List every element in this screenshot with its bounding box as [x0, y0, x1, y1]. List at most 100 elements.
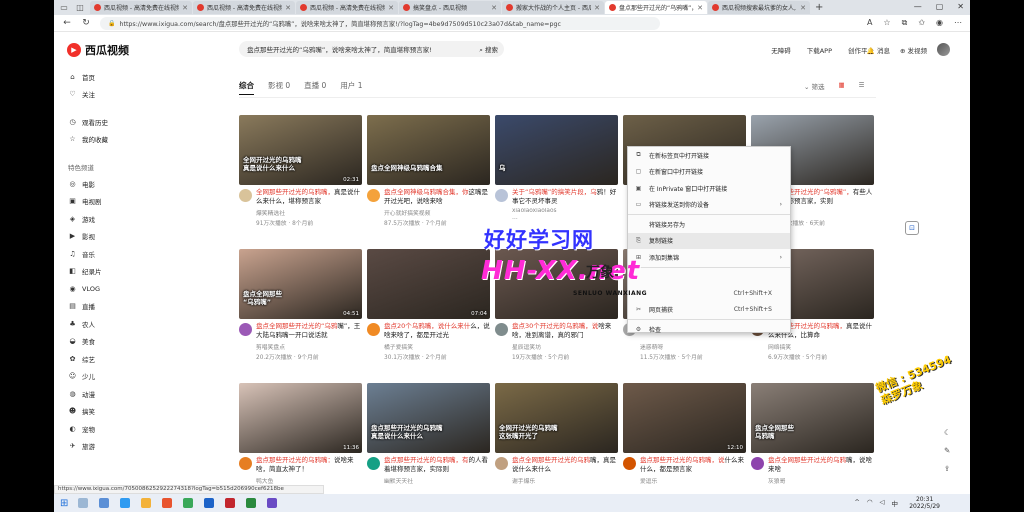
sidebar-item[interactable]: ✈ 旅游	[54, 438, 124, 456]
video-title[interactable]: 全网那些开过光的乌鸦嘴，真是说什么来什么，堪称预言家	[256, 188, 362, 206]
tab-close-icon[interactable]: ✕	[388, 4, 394, 12]
dark-mode-icon[interactable]: ☾	[944, 428, 951, 437]
author-avatar[interactable]	[495, 189, 508, 202]
sidebar-item[interactable]: ◒ 美食	[54, 333, 124, 351]
sidebar-item[interactable]: ◉ VLOG	[54, 280, 124, 298]
refresh-icon[interactable]: ↻	[81, 18, 91, 28]
video-card[interactable]: 12:10 盘点那些开过光的乌鸦嘴，说什么来什么，都是预言家爱逗乐	[623, 383, 746, 486]
tab-close-icon[interactable]: ✕	[697, 4, 703, 12]
video-title[interactable]: 盘点那些开过光的乌鸦嘴，说什么来什么，都是预言家	[640, 456, 746, 474]
video-card[interactable]: 全网开过光的乌鸦嘴 这张嘴开光了 盘点全网那些开过光的乌鸦嘴，真是说什么来什么 谢手…	[495, 383, 618, 486]
sidebar-item[interactable]: ▤ 直播	[54, 298, 124, 316]
video-card[interactable]: 乌关于“乌鸦嘴”的搞笑片段，乌鸦！好事它不灵坏事灵 xiaolaoxiaolaos…	[495, 115, 618, 221]
app-taskbar-icon-5[interactable]	[246, 498, 257, 508]
video-thumbnail[interactable]: 全网开过光的乌鸦嘴 这张嘴开光了	[495, 383, 618, 453]
header-link-accessibility[interactable]: 无障碍	[771, 45, 791, 55]
app-taskbar-icon-2[interactable]	[183, 498, 194, 508]
sidebar-item[interactable]: ✿ 综艺	[54, 350, 124, 368]
video-thumbnail[interactable]: 盘点全网神级乌鸦嘴合集	[367, 115, 490, 185]
video-title[interactable]: 盘点那些开过光的乌鸦嘴，有的人看着堪称预言家，实际则	[384, 456, 490, 474]
tray-chevron-icon[interactable]: ^	[854, 498, 859, 508]
author-avatar[interactable]	[495, 457, 508, 470]
publish-button[interactable]: ⊕ 发视频	[900, 45, 927, 55]
search-input[interactable]: 盘点那些开过光的“乌鸦嘴”，说啥来啥太神了，简直堪称预言家! ⌕ 搜索	[239, 41, 504, 57]
author-avatar[interactable]	[623, 457, 636, 470]
back-to-top-icon[interactable]: ⇪	[944, 464, 951, 473]
video-title[interactable]: 盘点20个乌鸦嘴，说什么来什么，说啥来啥了，都是开过光	[384, 322, 490, 340]
site-logo[interactable]: ▶ 西瓜视频	[67, 42, 129, 58]
edge-taskbar-icon[interactable]	[120, 498, 131, 508]
context-menu-item[interactable]: 将链接另存为	[628, 216, 790, 233]
profile-icon[interactable]: ◉	[936, 18, 943, 28]
author-avatar[interactable]	[239, 189, 252, 202]
video-title[interactable]: 盘点30个开过光的乌鸦嘴，说啥来啥，准到离谱，真的邪门	[512, 322, 618, 340]
favorite-icon[interactable]: ☆	[883, 18, 890, 28]
browser-tab[interactable]: 搬家大作战的个人主页 - 西瓜视✕	[502, 1, 604, 14]
volume-icon[interactable]: ◁	[880, 498, 885, 508]
video-title[interactable]: 盘点那些开过光的乌鸦嘴：说啥来啥，简直太神了！	[256, 456, 362, 474]
tab-close-icon[interactable]: ✕	[285, 4, 291, 12]
video-author[interactable]: 迷惑萌呀	[640, 342, 746, 351]
author-avatar[interactable]	[239, 323, 252, 336]
explorer-taskbar-icon[interactable]	[141, 498, 152, 508]
read-aloud-icon[interactable]: A	[867, 18, 872, 28]
video-author[interactable]: 幽默天天社	[384, 476, 490, 485]
video-title[interactable]: 盘点全网那些开过光的乌鸦嘴，说啥来啥	[768, 456, 874, 474]
url-field[interactable]: 🔒 https://www.ixigua.com/search/盘点那些开过光的…	[100, 16, 660, 30]
search-taskbar-icon[interactable]	[78, 498, 89, 508]
grid-view-icon[interactable]: ▦	[839, 81, 845, 91]
video-author[interactable]: xiaolaoxiaolaos	[512, 208, 618, 214]
back-icon[interactable]: ←	[62, 18, 72, 28]
filter-tab[interactable]: 影视 0	[268, 80, 290, 95]
context-menu-item[interactable]: ▣ 在 InPrivate 窗口中打开链接	[628, 180, 790, 197]
video-title[interactable]: 关于“乌鸦嘴”的搞笑片段，乌鸦！好事它不灵坏事灵	[512, 188, 618, 206]
user-avatar[interactable]	[937, 43, 950, 56]
video-card[interactable]: 盘点那些开过光的乌鸦嘴 真是说什么来什么 盘点那些开过光的乌鸦嘴，有的人看着堪称预…	[367, 383, 490, 486]
video-card[interactable]: 盘点全网那些 乌鸦嘴 盘点全网那些开过光的乌鸦嘴，说啥来啥 灰狼哥	[751, 383, 874, 486]
browser-tab[interactable]: 西瓜视频 - 高清免费在线视频 - ✕	[90, 1, 192, 14]
app-taskbar-icon-4[interactable]	[225, 498, 236, 508]
window-menu-icon[interactable]: ▭	[58, 3, 70, 13]
sidebar-item[interactable]: ☻ 搞笑	[54, 403, 124, 421]
video-title[interactable]: 盘点全网那些开过光的“乌鸦嘴”，王大陆乌鸦嘴一开口说话就	[256, 322, 362, 340]
task-view-icon[interactable]	[99, 498, 110, 508]
maximize-icon[interactable]: ▢	[936, 2, 944, 11]
sidebar-item[interactable]: ☆ 我的收藏	[54, 131, 124, 149]
browser-tab[interactable]: 搞笑盘点 - 西瓜视频 ✕	[399, 1, 501, 14]
sidebar-item[interactable]: ◈ 游戏	[54, 210, 124, 228]
context-menu-item[interactable]: ⊞ 添加到集锦 ›	[628, 249, 790, 266]
video-thumbnail[interactable]: 全网开过光的乌鸦嘴 真是说什么来什么 02:31	[239, 115, 362, 185]
video-author[interactable]: 星辰逗笑坊	[512, 342, 618, 351]
header-link-download[interactable]: 下载APP	[807, 45, 832, 55]
app-taskbar-icon-6[interactable]	[267, 498, 278, 508]
new-tab-icon[interactable]: +	[815, 2, 823, 13]
video-card[interactable]: 盘点全网神级乌鸦嘴合集 盘点全网神级乌鸦嘴合集，你这嘴是开过光吧，说啥来啥 开心就好…	[367, 115, 490, 227]
tab-close-icon[interactable]: ✕	[182, 4, 188, 12]
list-view-icon[interactable]: ☰	[859, 81, 865, 91]
app-taskbar-icon-3[interactable]	[204, 498, 215, 508]
sidebar-item[interactable]: ◎ 电影	[54, 175, 124, 193]
video-thumbnail[interactable]: 07:04	[367, 249, 490, 319]
browser-tab[interactable]: 西瓜视频 - 高清免费在线视频 - ✕	[296, 1, 398, 14]
video-author[interactable]: 剪唱笑盘点	[256, 342, 362, 351]
context-menu-item[interactable]: ▭ 将链接发送到你的设备 ›	[628, 197, 790, 214]
video-author[interactable]: 橘子爱搞笑	[384, 342, 490, 351]
sidebar-item[interactable]: ▶ 影视	[54, 228, 124, 246]
sidebar-item[interactable]: ⌂ 首页	[54, 68, 124, 86]
browser-tab[interactable]: 西瓜视频 - 高清免费在线视频 - ✕	[193, 1, 295, 14]
sidebar-item[interactable]: ♡ 关注	[54, 86, 124, 104]
context-menu-item[interactable]: ⚙ 检查	[628, 321, 790, 338]
sidebar-item[interactable]: ◐ 宠物	[54, 420, 124, 438]
sidebar-item[interactable]: ◍ 动漫	[54, 385, 124, 403]
tab-close-icon[interactable]: ✕	[491, 4, 497, 12]
sidebar-item[interactable]: ♣ 农人	[54, 315, 124, 333]
video-author[interactable]: 鸭大鱼	[256, 476, 362, 485]
video-author[interactable]: 网络搞笑	[768, 342, 874, 351]
author-avatar[interactable]	[751, 457, 764, 470]
filter-tab[interactable]: 综合	[239, 80, 254, 95]
tab-actions-icon[interactable]: ◫	[74, 3, 86, 13]
video-author[interactable]: 爱逗乐	[640, 476, 746, 485]
video-thumbnail[interactable]: 12:10	[623, 383, 746, 453]
minimize-icon[interactable]: —	[914, 2, 922, 11]
video-thumbnail[interactable]: 乌	[495, 115, 618, 185]
